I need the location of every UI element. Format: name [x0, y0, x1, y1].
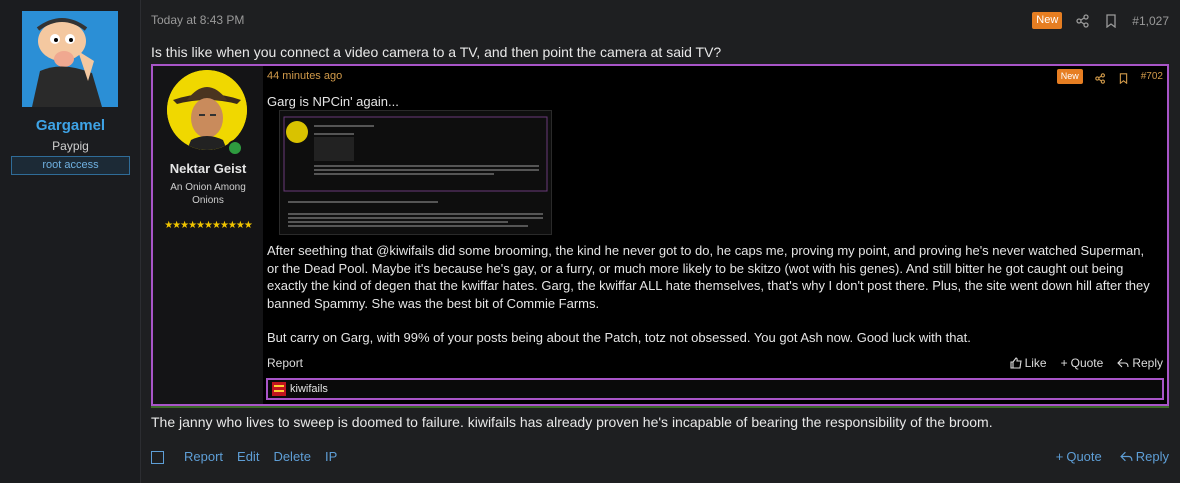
user-panel: Gargamel Paypig root access: [0, 0, 141, 483]
post-footer-links: Report Edit Delete IP: [184, 449, 337, 464]
quoted-username[interactable]: Nektar Geist: [153, 161, 263, 176]
share-icon[interactable]: [1076, 13, 1090, 28]
quoted-user-panel: Nektar Geist An Onion Among Onions ★★★★★…: [153, 66, 263, 404]
quoted-post-number[interactable]: #702: [1141, 71, 1163, 82]
embedded-screenshot-image[interactable]: [279, 110, 552, 235]
quoted-post-date[interactable]: 44 minutes ago: [267, 70, 342, 82]
post-date[interactable]: Today at 8:43 PM: [151, 13, 244, 27]
quote-button[interactable]: + Quote: [1061, 356, 1104, 370]
post-number[interactable]: #1,027: [1132, 14, 1169, 28]
reply-icon: [1117, 358, 1129, 368]
quoted-paragraph: After seething that @kiwifails did some …: [267, 243, 1150, 311]
plus-icon: +: [1060, 356, 1068, 370]
signature-text[interactable]: kiwifails: [290, 383, 328, 395]
quote-label: Quote: [1070, 356, 1104, 370]
quoted-new-badge: New: [1056, 69, 1083, 84]
avatar[interactable]: [22, 11, 118, 107]
reply-label: Reply: [1132, 356, 1163, 370]
quoted-post: Nektar Geist An Onion Among Onions ★★★★★…: [151, 64, 1169, 406]
quoted-avatar[interactable]: [167, 70, 247, 150]
post-header-actions: New #1,027: [1032, 12, 1169, 29]
reply-button[interactable]: Reply: [1119, 449, 1169, 464]
plus-icon: +: [1055, 449, 1064, 464]
quoted-post-body: After seething that @kiwifails did some …: [267, 242, 1157, 347]
new-badge: New: [1032, 12, 1063, 29]
reply-label: Reply: [1135, 449, 1169, 464]
quoted-user-title: An Onion Among Onions: [170, 182, 246, 206]
user-banner: root access: [11, 156, 130, 175]
quoted-post-header: 44 minutes ago New #702: [267, 69, 1163, 85]
quote-button[interactable]: + Quote: [1056, 449, 1102, 464]
like-label: Like: [1024, 356, 1047, 370]
reply-button[interactable]: Reply: [1117, 356, 1163, 370]
quoted-post-actions: Like + Quote Reply: [1010, 356, 1163, 370]
quoted-first-line: Garg is NPCin' again...: [267, 94, 399, 109]
bookmark-icon[interactable]: [1104, 13, 1118, 28]
share-icon[interactable]: [1094, 71, 1106, 84]
like-button[interactable]: Like: [1010, 356, 1047, 370]
post-footer: Report Edit Delete IP + Quote Reply: [151, 449, 1169, 467]
delete-link[interactable]: Delete: [273, 449, 311, 464]
post-footer-actions: + Quote Reply: [1056, 449, 1169, 464]
post-text-bottom: The janny who lives to sweep is doomed t…: [151, 414, 993, 430]
reply-icon: [1119, 451, 1133, 462]
gargamel-avatar-image: [22, 11, 118, 107]
user-title: Paypig: [52, 139, 89, 153]
online-status-icon: [227, 140, 243, 156]
thumbs-up-icon: [1010, 357, 1022, 369]
edit-link[interactable]: Edit: [237, 449, 259, 464]
report-link[interactable]: Report: [184, 449, 223, 464]
signature-logo-icon: [272, 382, 286, 396]
cowboy-avatar-image: [167, 70, 247, 150]
quoted-post-footer: Report Like + Quote Reply: [267, 356, 1163, 372]
post-header: Today at 8:43 PM New #1,027: [151, 12, 1169, 30]
quoted-paragraph: But carry on Garg, with 99% of your post…: [267, 330, 971, 345]
quoted-report-link[interactable]: Report: [267, 356, 303, 370]
post-text-top: Is this like when you connect a video ca…: [151, 44, 722, 60]
bookmark-icon[interactable]: [1118, 71, 1129, 85]
username[interactable]: Gargamel: [0, 117, 141, 134]
select-checkbox[interactable]: [151, 451, 164, 464]
rating-stars: ★★★★★★★★★★★: [164, 220, 253, 231]
quoted-header-actions: New #702: [1056, 69, 1163, 85]
ip-link[interactable]: IP: [325, 449, 337, 464]
signature-box: kiwifails: [266, 378, 1164, 400]
quote-label: Quote: [1066, 449, 1102, 464]
